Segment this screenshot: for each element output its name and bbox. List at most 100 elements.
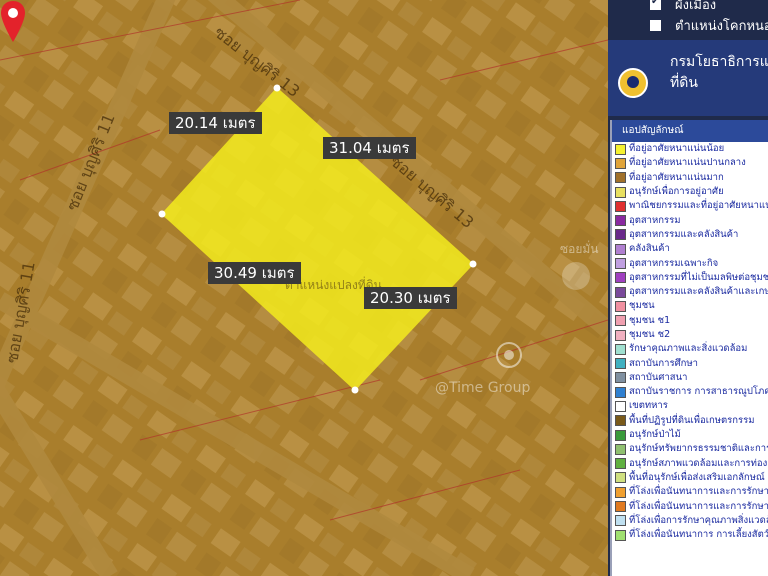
legend-label: อนุรักษ์ทรัพยากรธรรมชาติและการท่องเที่ยว bbox=[629, 443, 768, 455]
measurement-label: 20.30 เมตร bbox=[364, 287, 457, 309]
legend-label: อนุรักษ์ป่าไม้ bbox=[629, 429, 681, 441]
legend-swatch bbox=[615, 458, 626, 470]
legend-item: พื้นที่ปฏิรูปที่ดินเพื่อเกษตรกรรม bbox=[612, 414, 768, 428]
legend-item: คลังสินค้า bbox=[612, 242, 768, 256]
legend-item: อุตสาหกรรมเฉพาะกิจ bbox=[612, 256, 768, 270]
side-panel: ผังเมือง ตำแหน่งโคกหนอง กรมโยธาธิการและผ… bbox=[608, 0, 768, 576]
legend-swatch bbox=[615, 215, 626, 227]
legend-label: อุตสาหกรรมเฉพาะกิจ bbox=[629, 257, 719, 269]
department-subtitle: ที่ดิน bbox=[670, 75, 698, 91]
legend-item: ที่โล่งเพื่อนันทนาการ การเลี้ยงสัตว์ bbox=[612, 528, 768, 542]
legend-swatch bbox=[615, 501, 626, 513]
legend-item: อนุรักษ์ทรัพยากรธรรมชาติและการท่องเที่ยว bbox=[612, 442, 768, 456]
legend-label: ชุมชน bbox=[629, 300, 655, 312]
legend-swatch bbox=[615, 300, 626, 312]
legend-swatch bbox=[615, 400, 626, 412]
legend-item: สถาบันศาสนา bbox=[612, 371, 768, 385]
map-canvas[interactable]: ซอย บุญศิริ 11 ซอย บุญศิริ 13 ซอย บุญศิร… bbox=[0, 0, 608, 576]
legend-label: คลังสินค้า bbox=[629, 243, 670, 255]
legend-swatch bbox=[615, 415, 626, 427]
legend-item: พื้นที่อนุรักษ์เพื่อส่งเสริมเอกลักษณ์ bbox=[612, 471, 768, 485]
legend-swatch bbox=[615, 343, 626, 355]
legend-swatch bbox=[615, 243, 626, 255]
measurement-label: 30.49 เมตร bbox=[208, 262, 301, 284]
legend-item: อนุรักษ์ป่าไม้ bbox=[612, 428, 768, 442]
legend-item: ที่โล่งเพื่อนันทนาการและการรักษา bbox=[612, 485, 768, 499]
legend-item: ชุมชน bbox=[612, 299, 768, 313]
legend-label: พาณิชยกรรมและที่อยู่อาศัยหนาแน่นมาก bbox=[629, 200, 768, 212]
legend-swatch bbox=[615, 529, 626, 541]
measurement-label: 20.14 เมตร bbox=[169, 112, 262, 134]
legend-label: ที่โล่งเพื่อนันทนาการและการรักษา bbox=[629, 500, 768, 512]
legend-label: ที่อยู่อาศัยหนาแน่นปานกลาง bbox=[629, 157, 746, 169]
legend-swatch bbox=[615, 143, 626, 155]
legend-item: ชุมชน ช1 bbox=[612, 314, 768, 328]
legend-swatch bbox=[615, 443, 626, 455]
legend-swatch bbox=[615, 186, 626, 198]
legend-swatch bbox=[615, 157, 626, 169]
legend-item: ที่อยู่อาศัยหนาแน่นมาก bbox=[612, 171, 768, 185]
legend-item: อุตสาหกรรมและคลังสินค้าและเกษตรกรรม bbox=[612, 285, 768, 299]
legend-swatch bbox=[615, 229, 626, 241]
legend-label: อุตสาหกรรมและคลังสินค้าและเกษตรกรรม bbox=[629, 286, 768, 298]
checkbox-icon[interactable] bbox=[650, 19, 661, 31]
legend-label: ชุมชน ช2 bbox=[629, 329, 671, 340]
legend-item: ที่อยู่อาศัยหนาแน่นน้อย bbox=[612, 142, 768, 156]
legend-label: ที่โล่งเพื่อการรักษาคุณภาพสิ่งแวดล้อม bbox=[629, 514, 768, 526]
legend-label: สถาบันศาสนา bbox=[629, 371, 688, 383]
legend-title: แอปสัญลักษณ์ bbox=[612, 120, 768, 142]
layer-toggle-location[interactable]: ตำแหน่งโคกหนอง bbox=[608, 13, 768, 37]
legend-label: ที่อยู่อาศัยหนาแน่นน้อย bbox=[629, 143, 725, 155]
legend-item: สถาบันราชการ การสาธารณูปโภคและสาธารณูปกา… bbox=[612, 385, 768, 399]
legend-label: สถาบันการศึกษา bbox=[629, 357, 698, 369]
legend-label: เขตทหาร bbox=[629, 400, 668, 412]
legend-swatch bbox=[615, 272, 626, 284]
legend-item: อุตสาหกรรม bbox=[612, 213, 768, 227]
legend-swatch bbox=[615, 358, 626, 370]
legend-item: อนุรักษ์เพื่อการอยู่อาศัย bbox=[612, 185, 768, 199]
zoning-legend: แอปสัญลักษณ์ ที่อยู่อาศัยหนาแน่นน้อยที่อ… bbox=[610, 120, 768, 576]
checkbox-icon[interactable] bbox=[650, 0, 661, 10]
legend-label: อนุรักษ์สภาพแวดล้อมและการท่องเที่ยว bbox=[629, 457, 768, 469]
legend-swatch bbox=[615, 515, 626, 527]
legend-swatch bbox=[615, 200, 626, 212]
legend-swatch bbox=[615, 472, 626, 484]
legend-label: ที่โล่งเพื่อนันทนาการ การเลี้ยงสัตว์ bbox=[629, 529, 768, 541]
department-seal-icon bbox=[618, 68, 648, 98]
legend-swatch bbox=[615, 315, 626, 327]
legend-label: อุตสาหกรรม bbox=[629, 214, 681, 226]
location-pin-icon[interactable] bbox=[0, 0, 26, 44]
legend-label: ชุมชน ช1 bbox=[629, 314, 671, 326]
legend-label: สถาบันราชการ การสาธารณูปโภคและสาธารณูปกา… bbox=[629, 386, 768, 398]
legend-swatch bbox=[615, 286, 626, 298]
layer-label: ตำแหน่งโคกหนอง bbox=[675, 18, 768, 34]
map-viewer: ซอย บุญศิริ 11 ซอย บุญศิริ 13 ซอย บุญศิร… bbox=[0, 0, 768, 576]
legend-item: ที่โล่งเพื่อการรักษาคุณภาพสิ่งแวดล้อม bbox=[612, 514, 768, 528]
department-title: กรมโยธาธิการและผังเมือง bbox=[670, 54, 768, 70]
legend-item: รักษาคุณภาพและสิ่งแวดล้อม bbox=[612, 342, 768, 356]
legend-swatch bbox=[615, 429, 626, 441]
legend-label: รักษาคุณภาพและสิ่งแวดล้อม bbox=[629, 343, 748, 355]
legend-label: พื้นที่ปฏิรูปที่ดินเพื่อเกษตรกรรม bbox=[629, 414, 755, 426]
legend-item: สถาบันการศึกษา bbox=[612, 356, 768, 370]
poi-label-2: ซอยมั่น bbox=[560, 242, 599, 256]
legend-label: อุตสาหกรรมที่ไม่เป็นมลพิษต่อชุมชน bbox=[629, 271, 768, 283]
legend-swatch bbox=[615, 329, 626, 341]
legend-swatch bbox=[615, 386, 626, 398]
legend-item: พาณิชยกรรมและที่อยู่อาศัยหนาแน่นมาก bbox=[612, 199, 768, 213]
legend-item: ชุมชน ช2 bbox=[612, 328, 768, 342]
legend-item: ที่โล่งเพื่อนันทนาการและการรักษา bbox=[612, 499, 768, 513]
department-banner: กรมโยธาธิการและผังเมือง ที่ดิน bbox=[608, 40, 768, 116]
legend-label: อุตสาหกรรมและคลังสินค้า bbox=[629, 228, 739, 240]
legend-item: อุตสาหกรรมและคลังสินค้า bbox=[612, 228, 768, 242]
legend-label: ที่โล่งเพื่อนันทนาการและการรักษา bbox=[629, 486, 768, 498]
measurement-label: 31.04 เมตร bbox=[323, 137, 416, 159]
legend-swatch bbox=[615, 258, 626, 270]
legend-label: พื้นที่อนุรักษ์เพื่อส่งเสริมเอกลักษณ์ bbox=[629, 471, 765, 483]
legend-item: เขตทหาร bbox=[612, 399, 768, 413]
legend-item: อนุรักษ์สภาพแวดล้อมและการท่องเที่ยว bbox=[612, 457, 768, 471]
legend-item: อุตสาหกรรมที่ไม่เป็นมลพิษต่อชุมชน bbox=[612, 271, 768, 285]
legend-label: ที่อยู่อาศัยหนาแน่นมาก bbox=[629, 171, 724, 183]
legend-item: ที่อยู่อาศัยหนาแน่นปานกลาง bbox=[612, 156, 768, 170]
legend-label: อนุรักษ์เพื่อการอยู่อาศัย bbox=[629, 186, 724, 198]
